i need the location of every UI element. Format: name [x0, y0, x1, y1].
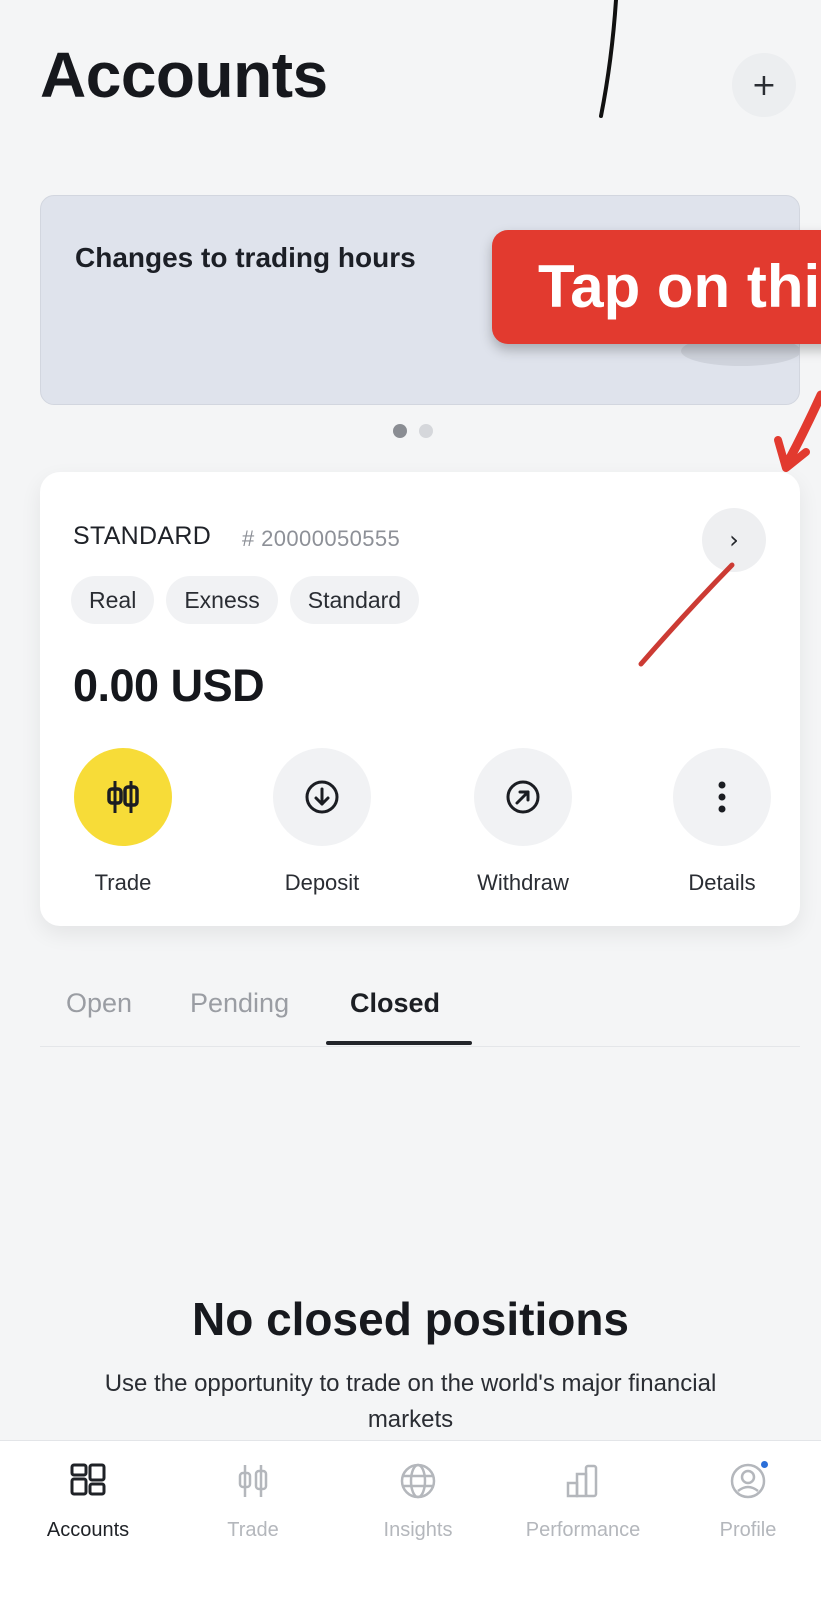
nav-profile[interactable]: Profile [673, 1459, 821, 1569]
account-tags: Real Exness Standard [71, 576, 420, 624]
empty-state-description: Use the opportunity to trade on the worl… [104, 1370, 717, 1433]
profile-icon [726, 1459, 770, 1503]
nav-performance-label: Performance [525, 1519, 641, 1541]
account-card: STANDARD # 20000050555 › Real Exness Sta… [40, 472, 800, 926]
annotation-red-arrowhead [774, 436, 810, 472]
tag-real: Real [71, 576, 155, 624]
chevron-right-icon: › [729, 526, 739, 554]
tab-pending[interactable]: Pending [190, 988, 289, 1019]
account-open-button[interactable]: › [702, 508, 766, 572]
details-button[interactable]: Details [642, 748, 802, 908]
banner-title: Changes to trading hours [75, 242, 416, 273]
active-tab-indicator [326, 1041, 472, 1045]
annotation-black-line [599, 0, 618, 118]
account-balance: 0.00 USD [73, 660, 265, 711]
positions-tabs: Open Pending Closed [40, 978, 800, 1048]
page-title: Accounts [40, 39, 328, 111]
bottom-navigation: Accounts Trade Insights Performance Prof… [0, 1440, 821, 1602]
trade-circle [74, 748, 172, 846]
tag-exness: Exness [166, 576, 278, 624]
accounts-screen: Accounts + Changes to trading hours Tap … [0, 0, 821, 1602]
candlestick-icon [107, 781, 139, 813]
withdraw-label: Withdraw [477, 870, 569, 895]
annotation-callout: Tap on thi [492, 230, 821, 344]
deposit-circle [273, 748, 371, 846]
details-circle [673, 748, 771, 846]
trade-button[interactable]: Trade [43, 748, 203, 908]
nav-accounts[interactable]: Accounts [13, 1459, 163, 1569]
tabs-divider [40, 1046, 800, 1047]
deposit-button[interactable]: Deposit [242, 748, 402, 908]
plus-icon: + [751, 67, 777, 103]
nav-performance[interactable]: Performance [508, 1459, 658, 1569]
candlestick-icon [231, 1459, 275, 1503]
account-actions: Trade Deposit Withdraw Details [40, 748, 800, 908]
bar-chart-icon [561, 1459, 605, 1503]
details-label: Details [688, 870, 756, 895]
carousel-dot-active[interactable] [393, 424, 407, 438]
empty-state-title: No closed positions [191, 1293, 630, 1345]
tag-standard: Standard [289, 576, 420, 624]
withdraw-circle [474, 748, 572, 846]
nav-insights[interactable]: Insights [343, 1459, 493, 1569]
nav-profile-label: Profile [719, 1519, 777, 1541]
notification-dot [759, 1459, 770, 1470]
account-number: # 20000050555 [242, 526, 401, 551]
withdraw-button[interactable]: Withdraw [443, 748, 603, 908]
carousel-dots [393, 424, 433, 438]
deposit-label: Deposit [284, 870, 360, 895]
add-account-button[interactable]: + [732, 53, 796, 117]
arrow-down-circle-icon [305, 780, 339, 814]
nav-trade-label: Trade [227, 1519, 279, 1541]
arrow-up-right-circle-icon [506, 780, 540, 814]
nav-accounts-label: Accounts [46, 1519, 130, 1541]
tab-closed[interactable]: Closed [350, 988, 440, 1019]
account-type: STANDARD [73, 522, 212, 550]
more-vertical-icon [718, 781, 726, 813]
nav-insights-label: Insights [383, 1519, 453, 1541]
carousel-dot[interactable] [419, 424, 433, 438]
trade-label: Trade [94, 870, 152, 895]
annotation-red-arrow [783, 390, 821, 467]
tab-open[interactable]: Open [66, 988, 132, 1019]
nav-trade[interactable]: Trade [178, 1459, 328, 1569]
globe-icon [396, 1459, 440, 1503]
grid-icon [66, 1459, 110, 1503]
